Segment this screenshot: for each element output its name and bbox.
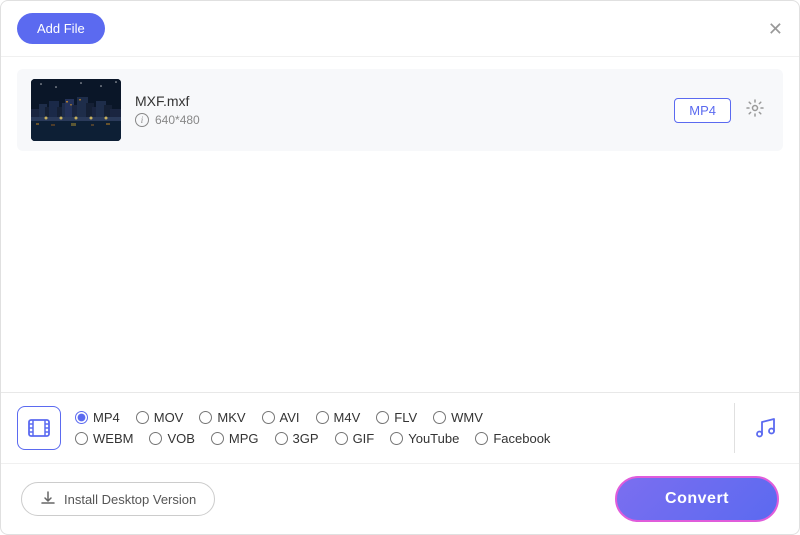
file-name: MXF.mxf: [135, 93, 660, 109]
label-3gp: 3GP: [293, 431, 319, 446]
top-bar: Add File ✕: [1, 1, 799, 57]
format-option-avi[interactable]: AVI: [262, 410, 300, 425]
label-mp4: MP4: [93, 410, 120, 425]
format-divider: [734, 403, 735, 453]
file-meta: i 640*480: [135, 113, 660, 127]
label-m4v: M4V: [334, 410, 361, 425]
format-option-wmv[interactable]: WMV: [433, 410, 483, 425]
file-actions: MP4: [674, 94, 769, 127]
label-wmv: WMV: [451, 410, 483, 425]
label-webm: WEBM: [93, 431, 133, 446]
file-info: MXF.mxf i 640*480: [135, 93, 660, 127]
format-option-webm[interactable]: WEBM: [75, 431, 133, 446]
label-flv: FLV: [394, 410, 417, 425]
format-option-m4v[interactable]: M4V: [316, 410, 361, 425]
label-vob: VOB: [167, 431, 194, 446]
add-file-button[interactable]: Add File: [17, 13, 105, 44]
settings-button[interactable]: [741, 94, 769, 127]
format-option-mpg[interactable]: MPG: [211, 431, 259, 446]
label-mpg: MPG: [229, 431, 259, 446]
label-avi: AVI: [280, 410, 300, 425]
radio-wmv[interactable]: [433, 411, 446, 424]
radio-facebook[interactable]: [475, 432, 488, 445]
format-options: MP4 MOV MKV AVI M4V: [75, 410, 722, 446]
radio-webm[interactable]: [75, 432, 88, 445]
format-option-vob[interactable]: VOB: [149, 431, 194, 446]
file-list: MXF.mxf i 640*480 MP4: [1, 57, 799, 392]
radio-flv[interactable]: [376, 411, 389, 424]
radio-m4v[interactable]: [316, 411, 329, 424]
radio-mp4[interactable]: [75, 411, 88, 424]
close-button[interactable]: ✕: [768, 20, 783, 38]
install-label: Install Desktop Version: [64, 492, 196, 507]
format-badge-button[interactable]: MP4: [674, 98, 731, 123]
label-gif: GIF: [353, 431, 375, 446]
format-option-mkv[interactable]: MKV: [199, 410, 245, 425]
app-container: Add File ✕: [0, 0, 800, 535]
radio-mov[interactable]: [136, 411, 149, 424]
format-option-flv[interactable]: FLV: [376, 410, 417, 425]
radio-youtube[interactable]: [390, 432, 403, 445]
format-row-1: MP4 MOV MKV AVI M4V: [75, 410, 722, 425]
file-item: MXF.mxf i 640*480 MP4: [17, 69, 783, 151]
convert-button[interactable]: Convert: [615, 476, 779, 522]
format-bar: MP4 MOV MKV AVI M4V: [1, 392, 799, 463]
radio-gif[interactable]: [335, 432, 348, 445]
install-desktop-button[interactable]: Install Desktop Version: [21, 482, 215, 516]
label-youtube: YouTube: [408, 431, 459, 446]
format-option-mov[interactable]: MOV: [136, 410, 184, 425]
format-option-gif[interactable]: GIF: [335, 431, 375, 446]
format-option-facebook[interactable]: Facebook: [475, 431, 550, 446]
audio-format-icon[interactable]: [747, 410, 783, 446]
radio-mkv[interactable]: [199, 411, 212, 424]
info-icon: i: [135, 113, 149, 127]
footer: Install Desktop Version Convert: [1, 463, 799, 534]
radio-avi[interactable]: [262, 411, 275, 424]
format-row-2: WEBM VOB MPG 3GP GIF: [75, 431, 722, 446]
format-option-mp4[interactable]: MP4: [75, 410, 120, 425]
download-icon: [40, 491, 56, 507]
format-option-youtube[interactable]: YouTube: [390, 431, 459, 446]
radio-mpg[interactable]: [211, 432, 224, 445]
label-mov: MOV: [154, 410, 184, 425]
radio-3gp[interactable]: [275, 432, 288, 445]
label-facebook: Facebook: [493, 431, 550, 446]
radio-vob[interactable]: [149, 432, 162, 445]
file-resolution: 640*480: [155, 113, 200, 127]
label-mkv: MKV: [217, 410, 245, 425]
format-option-3gp[interactable]: 3GP: [275, 431, 319, 446]
video-format-icon[interactable]: [17, 406, 61, 450]
file-thumbnail: [31, 79, 121, 141]
